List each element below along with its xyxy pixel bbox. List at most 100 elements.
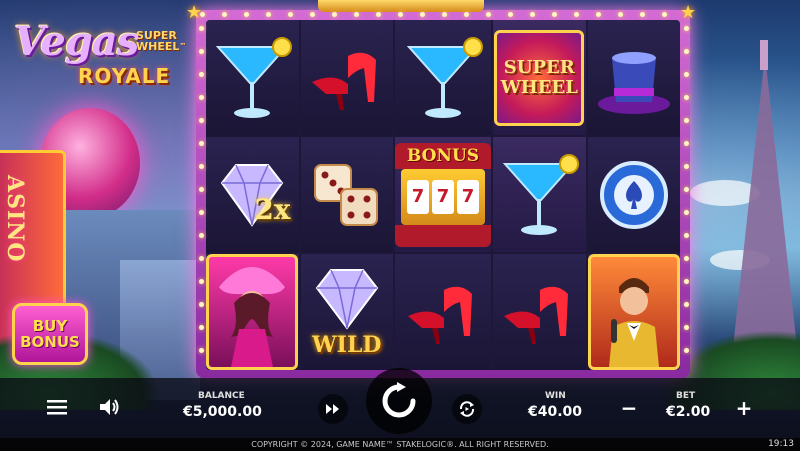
- marquee-bulb: [684, 233, 689, 238]
- red-heels-icon: [311, 52, 376, 110]
- buy-bonus-line1: BUY: [32, 317, 68, 335]
- cocktail-icon: [216, 36, 293, 118]
- reel-4-row-3: [493, 254, 586, 370]
- star-icon: ★: [680, 2, 697, 23]
- spin-arrow-icon: [382, 382, 416, 418]
- marquee-bulb: [530, 12, 535, 17]
- marquee-bulb: [310, 12, 315, 17]
- reel-2-row-3: WILD: [300, 254, 393, 370]
- spin-button[interactable]: [366, 368, 432, 434]
- sound-button[interactable]: [92, 392, 126, 422]
- marquee-bulb: [684, 118, 689, 123]
- marquee-bulb: [684, 302, 689, 307]
- bonus-slot-machine-symbol: BONUS 7 7 7: [395, 142, 491, 247]
- turbo-button[interactable]: [318, 394, 348, 424]
- reel-frame-crown: [318, 0, 484, 12]
- autoplay-button[interactable]: [452, 394, 482, 424]
- marquee-bulb: [199, 118, 204, 123]
- marquee-bulb: [684, 187, 689, 192]
- bet-label: BET: [676, 391, 696, 401]
- reel-4-row-2: [493, 137, 586, 252]
- buy-bonus-line2: BONUS: [20, 333, 80, 351]
- marquee-bulb: [640, 12, 645, 17]
- marquee-bulb: [199, 279, 204, 284]
- marquee-bulb: [199, 256, 204, 261]
- hamburger-icon: [47, 400, 67, 415]
- slot-reel: 7: [457, 179, 479, 214]
- marquee-bulb: [684, 72, 689, 77]
- menu-button[interactable]: [40, 392, 74, 422]
- marquee-bulb: [486, 12, 491, 17]
- logo-super-wheel: SUPER WHEEL™: [136, 30, 186, 52]
- marquee-bulb: [199, 348, 204, 353]
- logo-wheel: WHEEL: [136, 40, 180, 53]
- reel-grid: SUPER WHEEL 2x BONUS 7 7 7 WILD: [206, 20, 680, 370]
- fast-forward-icon: [326, 404, 339, 414]
- showgirl-icon: [219, 267, 286, 367]
- marquee-bulb: [442, 12, 447, 17]
- logo-wheel-row: WHEEL™: [136, 41, 186, 52]
- slot-reel: 7: [432, 179, 454, 214]
- reel-1-row-1: [206, 20, 299, 135]
- marquee-bulb: [684, 348, 689, 353]
- top-hat-icon: [597, 51, 670, 114]
- marquee-bulb: [684, 26, 689, 31]
- marquee-bulb: [464, 12, 469, 17]
- marquee-bulb: [199, 164, 204, 169]
- reel-4-row-1: SUPER WHEEL: [493, 20, 586, 135]
- speaker-icon: [100, 399, 119, 415]
- crooner-icon: [608, 278, 659, 367]
- cocktail-icon: [503, 153, 580, 235]
- marquee-bulb: [199, 95, 204, 100]
- super-wheel-line2: WHEEL: [500, 76, 578, 98]
- marquee-bulb: [684, 325, 689, 330]
- marquee-bulb: [288, 12, 293, 17]
- showgirl-symbol: [206, 254, 299, 370]
- buy-bonus-button[interactable]: BUY BONUS: [12, 303, 88, 365]
- reel-3-row-1: [395, 20, 491, 135]
- marquee-bulb: [199, 72, 204, 77]
- marquee-bulb: [199, 233, 204, 238]
- marquee-bulb: [222, 12, 227, 17]
- slot-window: 7 7 7: [401, 168, 485, 225]
- marquee-bulb: [552, 12, 557, 17]
- poker-chip-icon: [599, 160, 668, 229]
- bet-decrease-button[interactable]: −: [617, 396, 641, 420]
- marquee-bulb: [266, 12, 271, 17]
- marquee-bulb: [199, 302, 204, 307]
- super-wheel-symbol: SUPER WHEEL: [494, 29, 585, 126]
- game-logo: Vegas SUPER WHEEL™ ROYALE: [8, 18, 190, 92]
- bonus-label: BONUS: [406, 145, 480, 166]
- marquee-bulb: [199, 26, 204, 31]
- reel-5-row-3: [587, 254, 680, 370]
- reel-2-row-2: [300, 137, 393, 252]
- marquee-bulb: [200, 12, 205, 17]
- marquee-bulb: [199, 49, 204, 54]
- logo-vegas: Vegas: [14, 18, 139, 65]
- logo-royale: ROYALE: [78, 64, 171, 88]
- balance-value: €5,000.00: [183, 404, 262, 420]
- marquee-bulb: [684, 210, 689, 215]
- marquee-bulb: [332, 12, 337, 17]
- marquee-bulb: [508, 12, 513, 17]
- reel-2-row-1: [300, 20, 393, 135]
- bet-increase-button[interactable]: +: [732, 396, 756, 420]
- slot-reel: 7: [407, 179, 429, 214]
- reel-3-row-2: BONUS 7 7 7: [395, 137, 491, 252]
- marquee-bulb: [684, 95, 689, 100]
- reel-1-row-3: [206, 254, 299, 370]
- marquee-bulb: [684, 256, 689, 261]
- win-label: WIN: [545, 391, 566, 401]
- casino-sign-text: ASINO: [2, 175, 28, 263]
- marquee-bulb: [596, 12, 601, 17]
- super-wheel-line1: SUPER: [503, 56, 575, 78]
- bet-value: €2.00: [666, 404, 711, 420]
- marquee-bulb: [199, 325, 204, 330]
- clock: 19:13: [768, 439, 794, 449]
- reel-5-row-2: [587, 137, 680, 252]
- reel-5-row-1: [587, 20, 680, 135]
- logo-tm: ™: [179, 42, 187, 50]
- red-heels-icon: [408, 286, 472, 344]
- slot-base: [395, 224, 491, 247]
- wild-label: WILD: [311, 332, 382, 358]
